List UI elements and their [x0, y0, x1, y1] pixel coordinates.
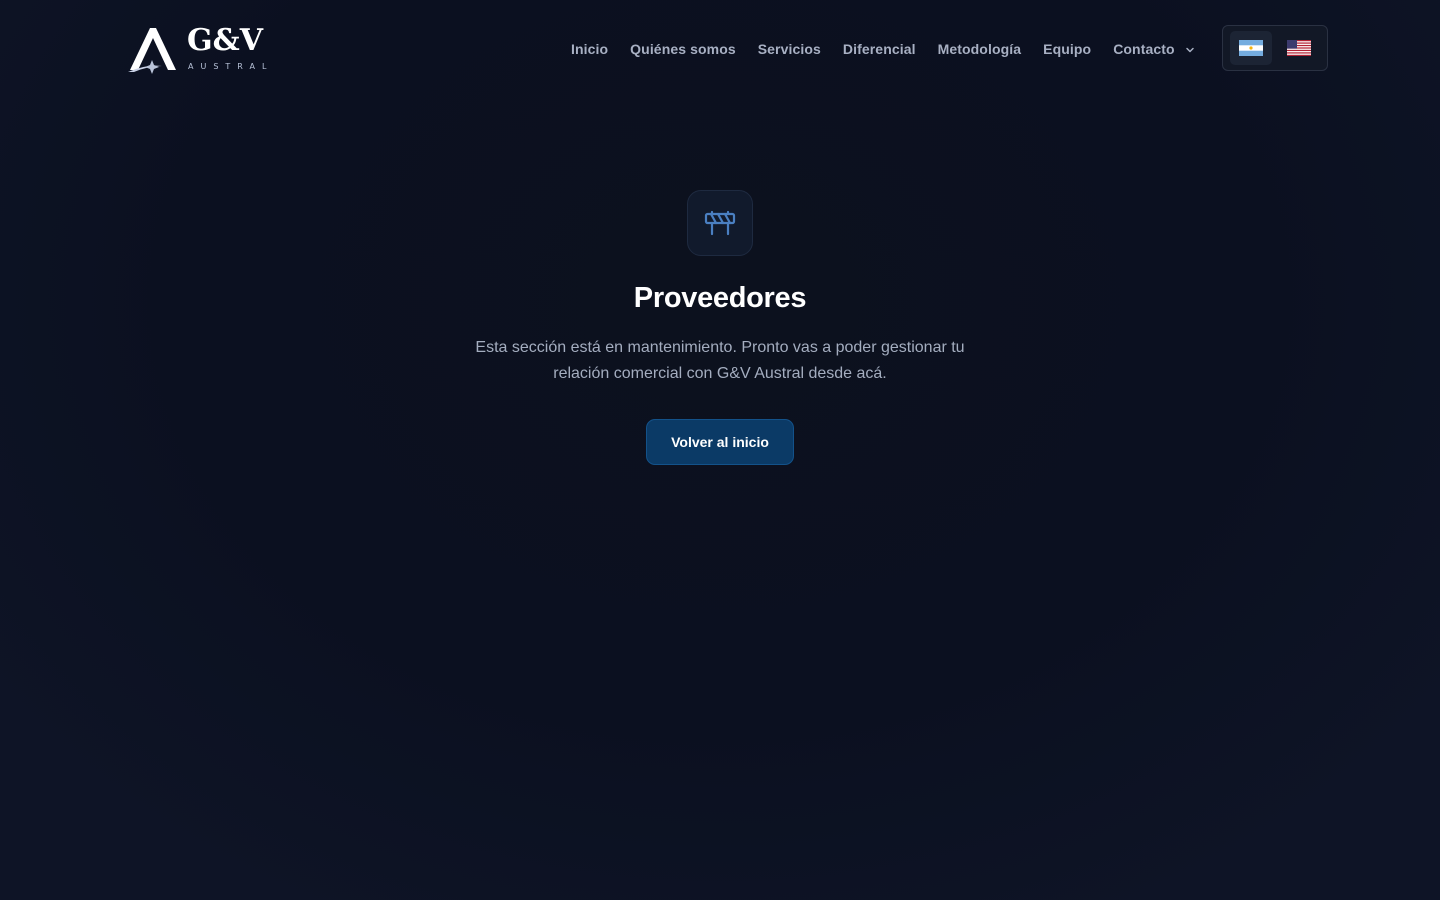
language-switcher	[1222, 25, 1328, 71]
icon-container	[687, 190, 753, 256]
site-header: G&V AUSTRAL Inicio Quiénes somos Servici…	[0, 0, 1440, 96]
nav-item-servicios[interactable]: Servicios	[758, 41, 821, 57]
maintenance-description: Esta sección está en mantenimiento. Pron…	[475, 339, 965, 382]
nav-item-equipo[interactable]: Equipo	[1043, 41, 1091, 57]
maintenance-section: Proveedores Esta sección está en manteni…	[0, 190, 1440, 465]
nav-item-metodologia[interactable]: Metodología	[938, 41, 1022, 57]
argentina-flag-icon	[1239, 40, 1263, 56]
brand-name: G&V	[187, 23, 264, 58]
brand-tagline: AUSTRAL	[188, 62, 268, 71]
us-flag-icon	[1287, 40, 1311, 56]
chevron-down-icon	[1185, 48, 1194, 53]
gv-austral-logo[interactable]: G&V AUSTRAL	[126, 20, 268, 76]
nav-item-quienes-somos[interactable]: Quiénes somos	[630, 41, 736, 57]
construction-barrier-icon	[704, 210, 736, 236]
nav-item-diferencial[interactable]: Diferencial	[843, 41, 916, 57]
nav-item-inicio[interactable]: Inicio	[571, 41, 608, 57]
page-title: Proveedores	[633, 282, 807, 314]
nav-item-contacto-label: Contacto	[1113, 41, 1175, 57]
language-option-es[interactable]	[1230, 31, 1272, 65]
language-option-en[interactable]	[1278, 31, 1320, 65]
back-home-button[interactable]: Volver al inicio	[646, 419, 794, 465]
nav-item-contacto[interactable]: Contacto	[1113, 41, 1194, 57]
main-nav: Inicio Quiénes somos Servicios Diferenci…	[571, 37, 1195, 61]
